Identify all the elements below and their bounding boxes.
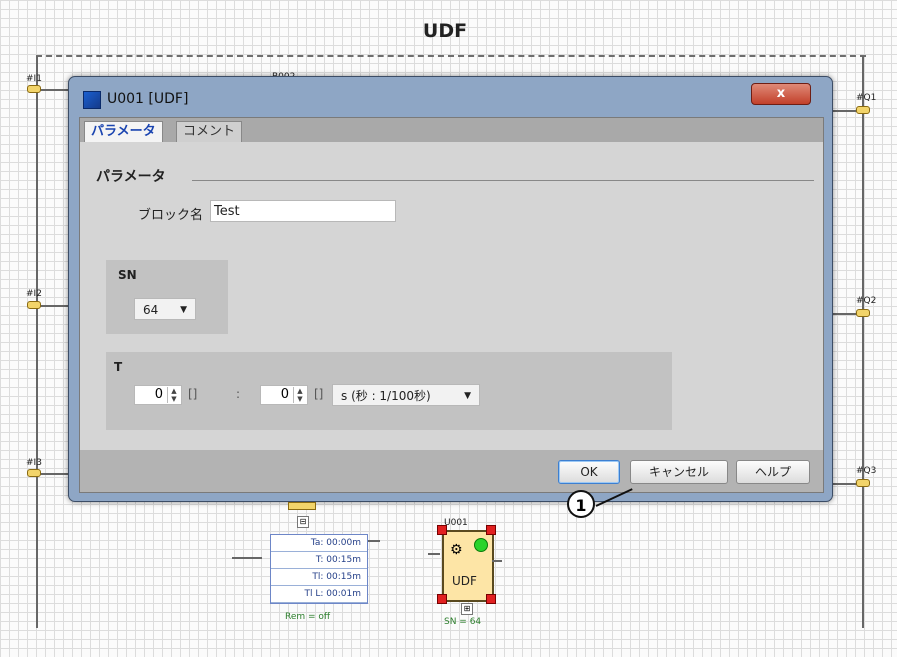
- input-wire-2: [36, 305, 72, 307]
- udf-sn-label: SN = 64: [444, 617, 482, 627]
- output-port-1[interactable]: [856, 106, 870, 114]
- tab-strip: パラメータ コメント: [80, 118, 823, 142]
- t-group: T 0 ▲ ▼ [] : 0 ▲ ▼ [] s (秒 : 1/100秒) ▼: [106, 352, 672, 430]
- input-port-3-label: #I3: [26, 458, 42, 468]
- timebase-dropdown[interactable]: s (秒 : 1/100秒) ▼: [332, 384, 480, 406]
- udf-dialog: U001 [UDF] x パラメータ コメント パラメータ ブロック名 Test…: [68, 76, 833, 502]
- callout-marker: 1: [567, 490, 595, 518]
- tab-comment[interactable]: コメント: [176, 121, 243, 142]
- block-name-input[interactable]: Test: [210, 200, 396, 222]
- input-port-1[interactable]: [27, 85, 41, 93]
- udf-block-text: UDF: [452, 574, 477, 588]
- timer-output-wire: [368, 540, 380, 542]
- tab-parameters[interactable]: パラメータ: [84, 121, 163, 142]
- t-value-1: 0: [154, 387, 163, 402]
- sn-group-label: SN: [118, 268, 137, 282]
- chevron-down-icon: ▼: [180, 305, 187, 315]
- close-button[interactable]: x: [751, 83, 811, 105]
- udf-block[interactable]: ⚙ UDF: [442, 530, 494, 602]
- dialog-footer: OK キャンセル ヘルプ: [80, 450, 823, 492]
- udf-symbol-icon: ⚙: [450, 542, 463, 558]
- timer-row: Tl: 00:15m: [271, 569, 367, 586]
- sn-dropdown[interactable]: 64 ▼: [134, 298, 196, 320]
- timer-input-wire: [232, 557, 262, 559]
- ok-button[interactable]: OK: [558, 460, 620, 484]
- input-port-2-label: #I2: [26, 289, 42, 299]
- resize-handle[interactable]: [437, 594, 447, 604]
- timer-row: T: 00:15m: [271, 552, 367, 569]
- input-port-2[interactable]: [27, 301, 41, 309]
- status-dot: [474, 538, 488, 552]
- input-port-1-label: #I1: [26, 74, 42, 84]
- output-port-3[interactable]: [856, 479, 870, 487]
- resize-handle[interactable]: [486, 594, 496, 604]
- input-port-3[interactable]: [27, 469, 41, 477]
- resize-handle[interactable]: [486, 525, 496, 535]
- timebase-value: s (秒 : 1/100秒): [341, 389, 431, 403]
- input-wire-1: [36, 89, 72, 91]
- chevron-down-icon: ▼: [464, 391, 471, 401]
- dialog-client: パラメータ コメント パラメータ ブロック名 Test SN 64 ▼ T 0 …: [79, 117, 824, 493]
- block-name-label: ブロック名: [138, 208, 204, 223]
- expand-icon[interactable]: ⊞: [461, 603, 473, 615]
- output-port-2[interactable]: [856, 309, 870, 317]
- section-divider: [192, 180, 814, 181]
- dialog-titlebar[interactable]: U001 [UDF] x: [69, 77, 832, 117]
- spin-arrows-icon[interactable]: ▲ ▼: [293, 387, 306, 403]
- app-icon: [83, 91, 101, 109]
- help-button[interactable]: ヘルプ: [736, 460, 810, 484]
- input-wire-3: [36, 473, 72, 475]
- timer-row: Ta: 00:00m: [271, 535, 367, 552]
- canvas-title: UDF: [422, 20, 468, 42]
- timer-row: Tl L: 00:01m: [271, 586, 367, 603]
- resize-handle[interactable]: [437, 525, 447, 535]
- t-value-2: 0: [280, 387, 289, 402]
- cancel-button[interactable]: キャンセル: [630, 460, 728, 484]
- t-value-2-spinner[interactable]: 0 ▲ ▼: [260, 385, 308, 405]
- udf-block-label: U001: [444, 518, 468, 528]
- t-value-2-unit: []: [314, 387, 324, 401]
- sn-value: 64: [143, 303, 159, 317]
- right-bus-line: [862, 56, 864, 628]
- expand-icon[interactable]: ⊟: [297, 516, 309, 528]
- timer-block[interactable]: Ta: 00:00m T: 00:15m Tl: 00:15m Tl L: 00…: [270, 534, 368, 604]
- spin-arrows-icon[interactable]: ▲ ▼: [167, 387, 180, 403]
- output-port-3-label: #Q3: [856, 466, 877, 476]
- udf-input-wire: [428, 553, 440, 555]
- output-port-2-label: #Q2: [856, 296, 877, 306]
- t-value-1-spinner[interactable]: 0 ▲ ▼: [134, 385, 182, 405]
- output-port-1-label: #Q1: [856, 93, 877, 103]
- t-group-label: T: [114, 360, 123, 374]
- dialog-title: U001 [UDF]: [107, 91, 189, 107]
- t-value-1-unit: []: [188, 387, 198, 401]
- left-bus-line: [36, 56, 38, 628]
- sn-group: SN 64 ▼: [106, 260, 228, 334]
- udf-output-wire: [492, 560, 502, 562]
- rem-label: Rem = off: [285, 612, 331, 622]
- section-title: パラメータ: [96, 169, 166, 185]
- separator: :: [236, 387, 241, 401]
- timer-connector: [288, 502, 316, 510]
